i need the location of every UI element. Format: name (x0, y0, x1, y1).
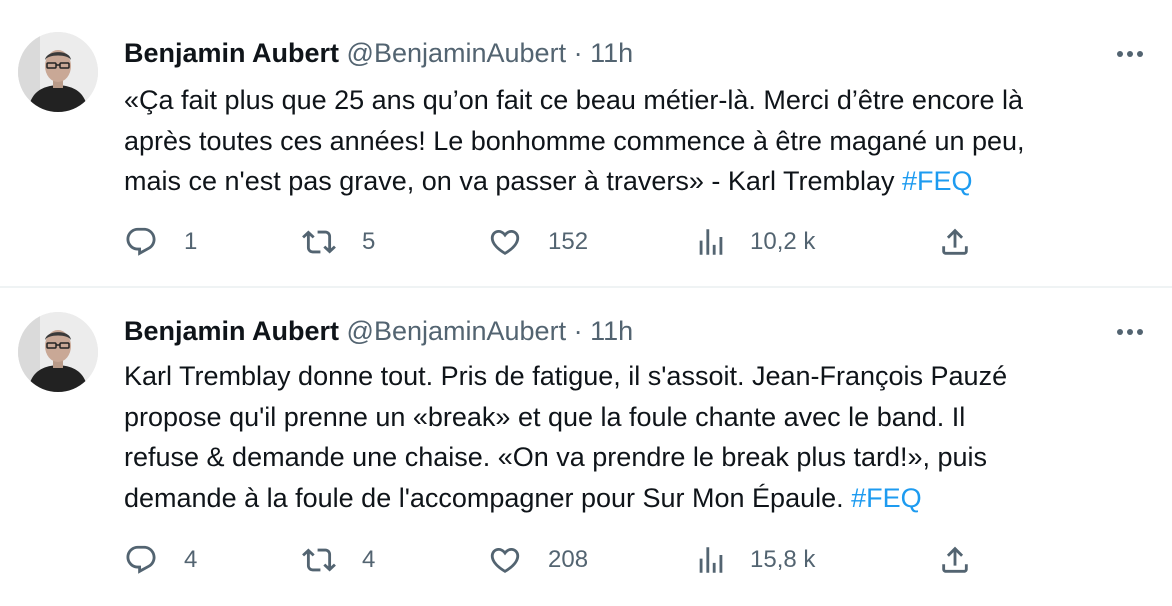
tweet-header: Benjamin Aubert @BenjaminAubert · 11h (124, 36, 633, 70)
reply-button[interactable]: 1 (124, 222, 197, 262)
like-count: 152 (548, 228, 589, 255)
hashtag-link[interactable]: #FEQ (851, 483, 922, 513)
retweet-icon (302, 225, 336, 259)
tweet[interactable]: Benjamin Aubert @BenjaminAubert · 11h «Ç… (0, 0, 1172, 287)
retweet-count: 4 (362, 546, 376, 573)
retweet-button[interactable]: 5 (302, 222, 375, 262)
header-separator: · (573, 38, 583, 68)
hashtag-link[interactable]: #FEQ (902, 166, 973, 196)
timestamp[interactable]: 11h (590, 38, 633, 68)
retweet-icon (302, 543, 336, 577)
author-name[interactable]: Benjamin Aubert (124, 38, 339, 68)
like-button[interactable]: 208 (488, 540, 588, 580)
views-button[interactable]: 10,2 k (694, 222, 815, 262)
author-handle[interactable]: @BenjaminAubert (347, 38, 567, 68)
retweet-count: 5 (362, 228, 376, 255)
heart-icon (488, 543, 522, 577)
tweet-actions: 4 4 208 15,8 k (124, 540, 984, 580)
reply-icon (124, 543, 158, 577)
share-icon (938, 225, 972, 259)
views-count: 10,2 k (750, 228, 816, 255)
views-button[interactable]: 15,8 k (694, 540, 815, 580)
timestamp[interactable]: 11h (590, 316, 633, 346)
views-icon (694, 225, 728, 259)
avatar[interactable] (18, 32, 98, 112)
tweet[interactable]: Benjamin Aubert @BenjaminAubert · 11h Ka… (0, 288, 1172, 606)
tweet-header: Benjamin Aubert @BenjaminAubert · 11h (124, 314, 633, 348)
more-icon[interactable] (1112, 44, 1148, 64)
retweet-button[interactable]: 4 (302, 540, 375, 580)
reply-icon (124, 225, 158, 259)
share-icon (938, 543, 972, 577)
reply-count: 1 (184, 228, 198, 255)
like-button[interactable]: 152 (488, 222, 588, 262)
tweet-text-content: «Ça fait plus que 25 ans qu’on fait ce b… (124, 85, 1025, 196)
tweet-actions: 1 5 152 10,2 k (124, 222, 984, 262)
reply-button[interactable]: 4 (124, 540, 197, 580)
author-handle[interactable]: @BenjaminAubert (347, 316, 567, 346)
avatar[interactable] (18, 312, 98, 392)
author-name[interactable]: Benjamin Aubert (124, 316, 339, 346)
views-icon (694, 543, 728, 577)
tweet-text: Karl Tremblay donne tout. Pris de fatigu… (124, 356, 1154, 518)
more-icon[interactable] (1112, 322, 1148, 342)
reply-count: 4 (184, 546, 198, 573)
share-button[interactable] (938, 222, 972, 262)
tweet-text: «Ça fait plus que 25 ans qu’on fait ce b… (124, 80, 1154, 202)
header-separator: · (573, 316, 583, 346)
share-button[interactable] (938, 540, 972, 580)
like-count: 208 (548, 546, 589, 573)
heart-icon (488, 225, 522, 259)
views-count: 15,8 k (750, 546, 816, 573)
